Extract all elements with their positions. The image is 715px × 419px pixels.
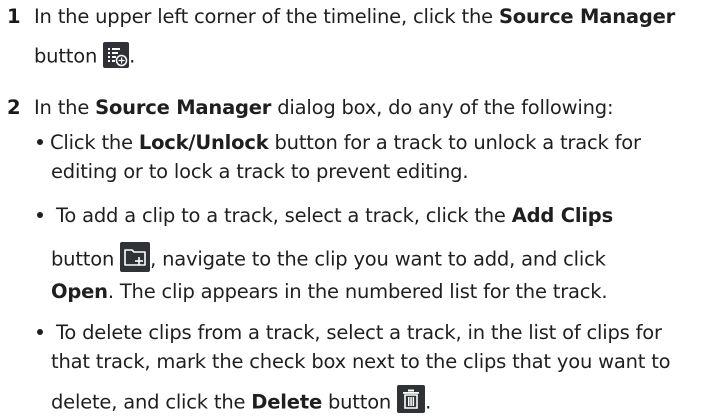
source-manager-term: Source Manager [95, 96, 272, 119]
source-manager-icon [103, 42, 130, 68]
step-1-line-1: In the upper left corner of the timeline… [34, 5, 676, 28]
bullet-add-clips: To add a clip to a track, select a track… [37, 204, 613, 228]
step-2-line-1: In the Source Manager dialog box, do any… [34, 96, 614, 119]
step-number: 2 [7, 96, 21, 119]
bullet-add-clips-line-3: Open. The clip appears in the numbered l… [51, 280, 608, 303]
bullet-add-clips-line-2: button , navigate to the clip you want t… [51, 242, 606, 275]
bullet-dot [37, 328, 43, 335]
delete-term: Delete [251, 390, 322, 414]
instructions-document: 1 In the upper left corner of the timeli… [0, 0, 715, 417]
bullet-delete-clips-line-3: delete, and click the Delete button . [51, 385, 432, 417]
bullet-dot [37, 138, 43, 145]
bullet-lock-unlock-line-2: editing or to lock a track to prevent ed… [51, 160, 469, 183]
bullet-delete-clips: To delete clips from a track, select a t… [37, 321, 662, 345]
bullet-lock-unlock: Click the Lock/Unlock button for a track… [37, 131, 641, 155]
add-clips-term: Add Clips [511, 204, 613, 227]
open-term: Open [51, 280, 108, 303]
trailing-period: . [425, 390, 432, 414]
add-clips-icon [120, 242, 151, 272]
bullet-delete-clips-line-2: that track, mark the check box next to t… [51, 350, 671, 373]
lock-unlock-term: Lock/Unlock [138, 131, 269, 154]
step-number: 1 [7, 5, 21, 28]
step-1-line-2: button . [34, 42, 135, 70]
source-manager-term: Source Manager [498, 5, 676, 28]
delete-icon [397, 385, 426, 413]
bullet-dot [37, 211, 43, 218]
